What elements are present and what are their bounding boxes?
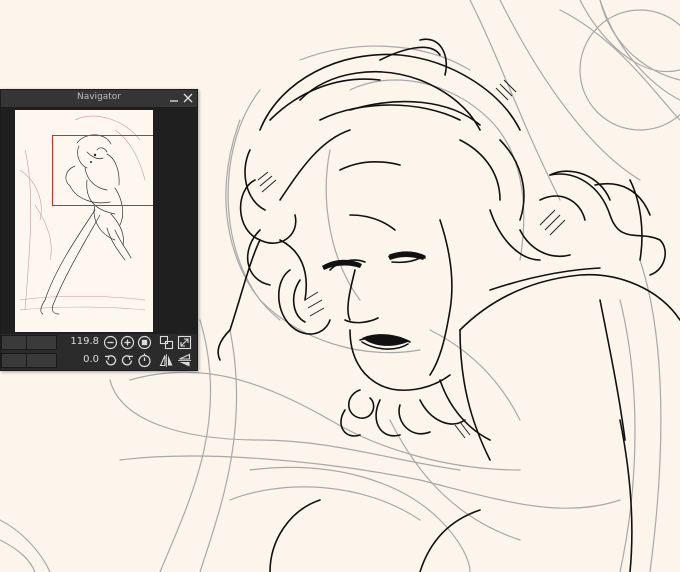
flip-horizontal-icon[interactable] [159, 353, 174, 368]
canvas-thumbnail[interactable] [15, 110, 153, 332]
viewport-rectangle[interactable] [52, 135, 153, 206]
fit-screen-icon[interactable] [159, 335, 174, 350]
zoom-in-icon[interactable] [120, 335, 135, 350]
zoom-slider[interactable] [1, 335, 57, 350]
navigator-panel: Navigator 119.8 0.0 [0, 89, 198, 371]
navigator-controls: 119.8 0.0 [1, 334, 197, 370]
rotation-value[interactable]: 0.0 [63, 354, 99, 365]
rotate-right-icon[interactable] [120, 353, 135, 368]
zoom-value[interactable]: 119.8 [63, 336, 99, 347]
reset-rotation-icon[interactable] [137, 353, 152, 368]
close-icon[interactable] [181, 91, 195, 105]
zoom-out-icon[interactable] [103, 335, 118, 350]
navigator-titlebar[interactable]: Navigator [1, 90, 197, 108]
flip-vertical-icon[interactable] [177, 353, 192, 368]
rotate-left-icon[interactable] [103, 353, 118, 368]
expand-icon[interactable] [177, 335, 192, 350]
actual-size-icon[interactable] [137, 335, 152, 350]
navigator-preview-area [1, 108, 197, 334]
minimize-icon[interactable] [167, 91, 181, 105]
rotation-slider[interactable] [1, 353, 57, 368]
